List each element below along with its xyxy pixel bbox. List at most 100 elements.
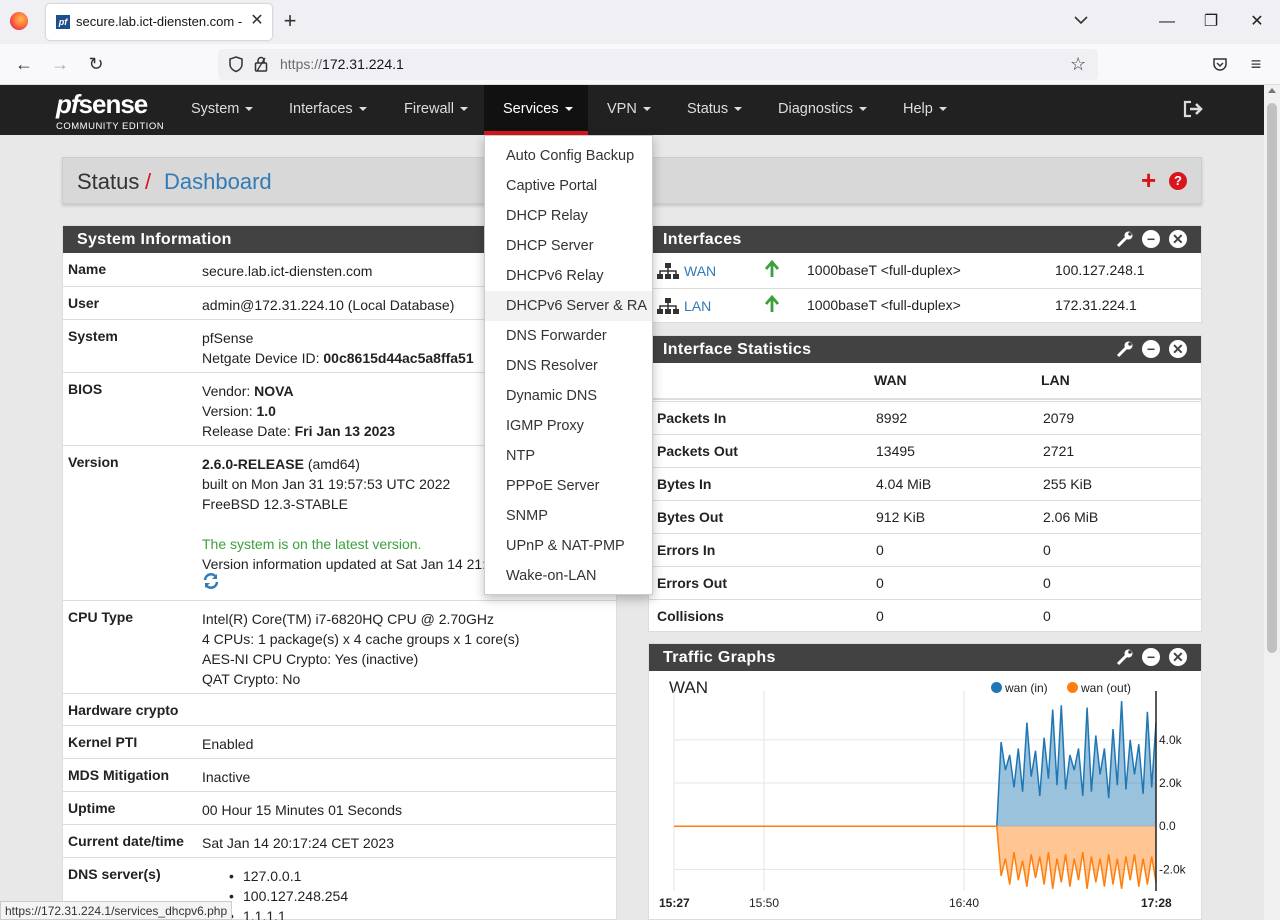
table-row: Packets Out 13495 2721 — [649, 434, 1202, 467]
menu-system[interactable]: System — [191, 85, 254, 135]
table-row: Errors In 0 0 — [649, 533, 1202, 566]
browser-tab-bar: pf secure.lab.ict-diensten.com - Status:… — [0, 0, 1280, 44]
list-item: 127.0.0.1 — [229, 866, 348, 886]
dns-server-list: 127.0.0.1 100.127.248.254 1.1.1.1 — [229, 866, 348, 920]
tab-close-icon[interactable]: ✕ — [248, 12, 266, 30]
pfsense-favicon-icon: pf — [56, 15, 70, 29]
menu-item-dns-resolver[interactable]: DNS Resolver — [485, 351, 652, 381]
reload-icon[interactable]: ↻ — [86, 54, 106, 74]
table-row: CPU Type Intel(R) Core(TM) i7-6820HQ CPU… — [63, 600, 616, 693]
refresh-icon[interactable] — [202, 572, 220, 590]
table-row: Packets In 8992 2079 — [649, 401, 1202, 434]
chart-y-tick-label: 0.0 — [1159, 819, 1176, 833]
wrench-icon[interactable] — [1116, 340, 1134, 358]
menu-item-dhcpv6-server-ra[interactable]: DHCPv6 Server & RA — [485, 291, 652, 321]
table-row: Kernel PTI Enabled — [63, 725, 616, 758]
interface-link-lan[interactable]: LAN — [684, 298, 711, 314]
menu-item-pppoe-server[interactable]: PPPoE Server — [485, 471, 652, 501]
menu-item-wake-on-lan[interactable]: Wake-on-LAN — [485, 561, 652, 591]
scroll-up-icon[interactable] — [1268, 88, 1276, 93]
network-icon — [657, 263, 679, 279]
close-widget-icon[interactable]: ✕ — [1169, 230, 1187, 248]
table-row: Collisions 0 0 — [649, 599, 1202, 632]
interface-link-wan[interactable]: WAN — [684, 263, 716, 279]
tab-title: secure.lab.ict-diensten.com - Status: Da… — [76, 14, 244, 29]
minimize-button[interactable]: — — [1155, 10, 1179, 34]
table-row: Errors Out 0 0 — [649, 566, 1202, 599]
menu-status[interactable]: Status — [687, 85, 743, 135]
pfsense-navbar: pfsense COMMUNITY EDITION System Interfa… — [0, 85, 1264, 135]
minimize-widget-icon[interactable]: − — [1142, 648, 1161, 666]
table-row: MDS Mitigation Inactive — [63, 758, 616, 791]
pfsense-logo[interactable]: pfsense COMMUNITY EDITION — [56, 89, 166, 133]
wrench-icon[interactable] — [1116, 648, 1134, 666]
firefox-icon[interactable] — [10, 12, 28, 30]
status-up-icon — [764, 295, 780, 312]
menu-item-snmp[interactable]: SNMP — [485, 501, 652, 531]
menu-help[interactable]: Help — [903, 85, 947, 135]
menu-item-dhcp-server[interactable]: DHCP Server — [485, 231, 652, 261]
scroll-thumb[interactable] — [1267, 103, 1277, 653]
page-scrollbar[interactable] — [1264, 85, 1280, 920]
chart-x-tick-label: 15:50 — [749, 896, 779, 910]
shield-icon[interactable] — [227, 55, 245, 73]
network-icon — [657, 298, 679, 314]
pocket-icon[interactable] — [1210, 54, 1230, 74]
close-window-button[interactable]: ✕ — [1245, 10, 1269, 34]
link-status-bar: https://172.31.224.1/services_dhcpv6.php — [0, 901, 233, 920]
list-item: 1.1.1.1 — [229, 906, 348, 920]
services-dropdown: Auto Config Backup Captive Portal DHCP Rel… — [484, 135, 653, 595]
new-tab-button[interactable]: + — [280, 10, 300, 34]
panel-title: Interface Statistics − ✕ — [649, 336, 1201, 363]
menu-firewall[interactable]: Firewall — [404, 85, 468, 135]
list-item: 100.127.248.254 — [229, 886, 348, 906]
menu-item-igmp-proxy[interactable]: IGMP Proxy — [485, 411, 652, 441]
menu-diagnostics[interactable]: Diagnostics — [778, 85, 867, 135]
restore-button[interactable]: ❐ — [1199, 10, 1223, 34]
url-bar[interactable]: https://172.31.224.1 ☆ — [218, 49, 1098, 80]
chart-x-tick-label: 15:27 — [659, 896, 690, 910]
add-widget-icon[interactable]: + — [1141, 167, 1156, 193]
menu-item-upnp-nat-pmp[interactable]: UPnP & NAT-PMP — [485, 531, 652, 561]
menu-vpn[interactable]: VPN — [607, 85, 651, 135]
close-widget-icon[interactable]: ✕ — [1169, 648, 1187, 666]
close-widget-icon[interactable]: ✕ — [1169, 340, 1187, 358]
menu-item-dynamic-dns[interactable]: Dynamic DNS — [485, 381, 652, 411]
chart-y-tick-label: -2.0k — [1159, 862, 1187, 876]
menu-item-dhcp-relay[interactable]: DHCP Relay — [485, 201, 652, 231]
status-up-icon — [764, 260, 780, 277]
bookmark-star-icon[interactable]: ☆ — [1070, 54, 1090, 74]
breadcrumb-section: Status — [77, 169, 140, 194]
chart-x-tick-label: 17:28 — [1141, 896, 1172, 910]
table-row: WAN 1000baseT <full-duplex> 100.127.248.… — [649, 254, 1202, 288]
panel-title: Interfaces − ✕ — [649, 226, 1201, 253]
forward-icon[interactable]: → — [50, 54, 70, 74]
chart-y-tick-label: 4.0k — [1159, 733, 1183, 747]
interface-statistics-panel: Interface Statistics − ✕ WAN LAN Packets… — [648, 335, 1202, 632]
back-icon[interactable]: ← — [14, 54, 34, 74]
chart-x-tick-label: 16:40 — [949, 896, 979, 910]
menu-icon[interactable]: ≡ — [1246, 54, 1266, 74]
breadcrumb-page[interactable]: Dashboard — [164, 169, 272, 195]
menu-item-ntp[interactable]: NTP — [485, 441, 652, 471]
table-row: Hardware crypto — [63, 693, 616, 725]
lock-icon[interactable] — [253, 55, 269, 73]
url-text: https://172.31.224.1 — [280, 56, 404, 72]
update-status: The system is on the latest version. — [202, 536, 422, 552]
table-row: Bytes Out 912 KiB 2.06 MiB — [649, 500, 1202, 533]
logout-icon[interactable] — [1182, 99, 1204, 119]
browser-tab[interactable]: pf secure.lab.ict-diensten.com - Status:… — [46, 4, 272, 40]
menu-interfaces[interactable]: Interfaces — [289, 85, 367, 135]
minimize-widget-icon[interactable]: − — [1142, 340, 1161, 358]
menu-item-captive-portal[interactable]: Captive Portal — [485, 171, 652, 201]
menu-item-auto-config-backup[interactable]: Auto Config Backup — [485, 141, 652, 171]
help-icon[interactable]: ? — [1169, 172, 1187, 190]
minimize-widget-icon[interactable]: − — [1142, 230, 1161, 248]
panel-title: Traffic Graphs − ✕ — [649, 644, 1201, 671]
chevron-down-icon[interactable] — [1073, 12, 1089, 28]
menu-services[interactable]: Services — [484, 85, 588, 135]
menu-item-dns-forwarder[interactable]: DNS Forwarder — [485, 321, 652, 351]
menu-item-dhcpv6-relay[interactable]: DHCPv6 Relay — [485, 261, 652, 291]
table-row: LAN 1000baseT <full-duplex> 172.31.224.1 — [649, 288, 1202, 322]
wrench-icon[interactable] — [1116, 230, 1134, 248]
